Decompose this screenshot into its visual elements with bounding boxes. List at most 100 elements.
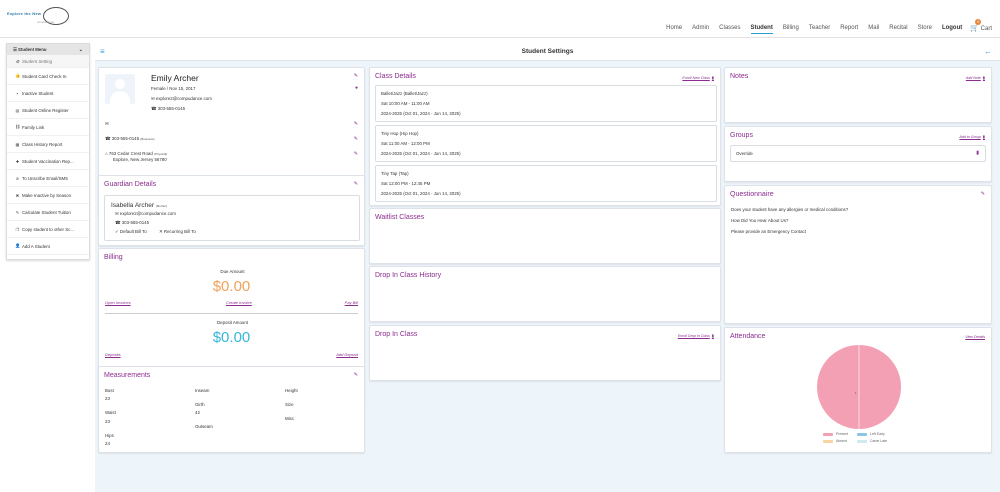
enroll-dropin-link[interactable]: Enroll Drop In Class ▮ bbox=[678, 333, 714, 338]
notes-card: Notes Add Note ▮ bbox=[724, 67, 992, 123]
sidebar-item-vaccination-report[interactable]: ✚ Student Vaccination Rep... bbox=[7, 153, 89, 170]
sidebar-item-label: Inactive Student bbox=[22, 90, 54, 96]
pay-bill-link[interactable]: Pay Bill bbox=[345, 300, 358, 305]
waitlist-card: Waitlist Classes bbox=[369, 208, 721, 264]
student-email: ✉ explore2@compudance.com bbox=[151, 96, 212, 102]
attendance-title: Attendance bbox=[730, 333, 766, 340]
contact-phone-row: ☎ 303-555-0145 (Business) bbox=[105, 136, 154, 142]
add-to-group-label: Add to Group bbox=[959, 135, 981, 139]
address-line2: Explore, New Jersey 56780 bbox=[113, 157, 167, 162]
copy-icon: ❐ bbox=[15, 226, 20, 232]
sidebar-item-unsubscribe[interactable]: ⊘ To Unscribe Email/SMS bbox=[7, 170, 89, 187]
class-name: Tiny Tap (Tap) bbox=[381, 171, 409, 176]
deposits-link[interactable]: Deposits bbox=[105, 352, 121, 357]
class-item[interactable]: Ballet/Jazz (Ballet/Jazz) Sat 10:00 AM -… bbox=[375, 85, 717, 122]
legend-label: Present bbox=[836, 432, 849, 436]
edit-profile-icon[interactable]: ✎ bbox=[354, 73, 358, 79]
legend-swatch bbox=[857, 439, 867, 443]
nav-classes[interactable]: Classes bbox=[719, 25, 740, 33]
nav-billing[interactable]: Billing bbox=[783, 25, 799, 33]
class-time: Sat 12:00 PM - 12:45 PM bbox=[381, 181, 431, 186]
sidebar-item-student-setting[interactable]: ⚙ Student Setting bbox=[7, 55, 89, 68]
hips-label: Hips bbox=[105, 433, 114, 438]
open-invoices-link[interactable]: Open Invoices bbox=[105, 300, 131, 305]
recurring-bill-label: Recurring Bill To bbox=[163, 229, 196, 234]
sidebar-item-add-student[interactable]: 👤 Add A Student bbox=[7, 238, 89, 255]
guardian-name: Isabella Archer (Mother) bbox=[111, 202, 167, 209]
nav-student[interactable]: Student bbox=[750, 25, 773, 34]
top-bar: Explore the New compudance Home Admin Cl… bbox=[0, 0, 1000, 38]
edit-guardian-icon[interactable]: ✎ bbox=[354, 181, 358, 187]
enroll-dropin-label: Enroll Drop In Class bbox=[677, 334, 710, 338]
class-details-title: Class Details bbox=[375, 73, 416, 80]
sidebar-item-label: Family Link bbox=[22, 124, 45, 130]
dropin-title: Drop In Class bbox=[375, 331, 418, 338]
compudance-logo[interactable]: Explore the New compudance bbox=[7, 7, 77, 29]
sidebar-item-card-check-in[interactable]: 👍 Student Card Check In bbox=[7, 68, 89, 85]
chevron-down-icon: ⌄ bbox=[78, 46, 83, 53]
class-details-card: Class Details Enroll New Class ▮ Ballet/J… bbox=[369, 67, 721, 206]
sidebar-header[interactable]: ☰ Student Menu ⌄ bbox=[7, 44, 89, 55]
report-icon: ▦ bbox=[15, 141, 20, 147]
waist-label: Waist bbox=[105, 410, 116, 415]
nav-report[interactable]: Report bbox=[840, 25, 858, 33]
misc-label: Misc bbox=[285, 416, 295, 421]
student-email-value: explore2@compudance.com bbox=[155, 96, 212, 101]
student-gender-dob: Female / Nov 15, 2017 bbox=[151, 86, 196, 91]
cart-link[interactable]: 🛒 0 Cart bbox=[970, 19, 992, 34]
add-to-group-link[interactable]: Add to Group ▮ bbox=[959, 134, 985, 139]
sidebar-item-online-register[interactable]: ▤ Student Online Register bbox=[7, 102, 89, 119]
contact-phone-tag: (Business) bbox=[140, 137, 155, 141]
nav-mail[interactable]: Mail bbox=[868, 25, 879, 33]
edit-phone-icon[interactable]: ✎ bbox=[354, 136, 358, 142]
address-tag: (Physical) bbox=[154, 152, 168, 156]
guardian-email-value: explore2@compudance.com bbox=[119, 211, 176, 216]
sidebar-item-label: Student Vaccination Rep... bbox=[22, 158, 74, 164]
medical-icon: ✚ bbox=[15, 158, 20, 164]
dropin-card: Drop In Class Enroll Drop In Class ▮ bbox=[369, 325, 721, 381]
enroll-new-class-link[interactable]: Enroll New Class ▮ bbox=[682, 75, 714, 80]
edit-address-icon[interactable]: ✎ bbox=[354, 151, 358, 157]
sidebar-item-label: Calculate Student Tuition bbox=[22, 209, 71, 215]
hips-value: 24 bbox=[105, 441, 110, 446]
guardian-phone-value: 303-555-0145 bbox=[121, 220, 150, 225]
create-invoice-link[interactable]: Create Invoice bbox=[226, 300, 252, 305]
class-season: 2024-2025 (Oct 01, 2024 - Jun 14, 2025) bbox=[381, 111, 461, 116]
sidebar-item-inactive-by-season[interactable]: ✖ Make Inactive by Season bbox=[7, 187, 89, 204]
view-details-link[interactable]: View Details bbox=[965, 335, 985, 339]
sidebar-item-inactive-student[interactable]: ▪ Inactive Student bbox=[7, 85, 89, 102]
add-deposit-link[interactable]: Add Deposit bbox=[336, 352, 358, 357]
add-note-link[interactable]: Add Note ▮ bbox=[966, 75, 985, 80]
attendance-card: Attendance View Details 1 Present Left E… bbox=[724, 327, 992, 453]
deposit-label: Deposit Amount bbox=[217, 320, 248, 325]
girth-label: Girth bbox=[195, 402, 205, 407]
nav-admin[interactable]: Admin bbox=[692, 25, 709, 33]
class-item[interactable]: Tiny Hop (Hip Hop) Sat 11:00 AM - 12:00 … bbox=[375, 125, 717, 162]
edit-questionnaire-icon[interactable]: ✎ bbox=[981, 191, 985, 197]
trash-icon[interactable]: ▮ bbox=[976, 150, 979, 156]
student-name: Emily Archer bbox=[151, 73, 199, 83]
legend-swatch bbox=[823, 432, 833, 436]
nav-home[interactable]: Home bbox=[666, 25, 682, 33]
legend-item-present: Present bbox=[823, 432, 848, 436]
nav-teacher[interactable]: Teacher bbox=[809, 25, 830, 33]
edit-measurements-icon[interactable]: ✎ bbox=[354, 372, 358, 378]
page-header: ≡ Student Settings ← bbox=[95, 43, 1000, 61]
sidebar-item-label: Student Card Check In bbox=[22, 73, 67, 79]
camera-icon[interactable]: ● bbox=[355, 85, 358, 91]
class-item[interactable]: Tiny Tap (Tap) Sat 12:00 PM - 12:45 PM 2… bbox=[375, 165, 717, 202]
sidebar-item-calculate-tuition[interactable]: ✎ Calculate Student Tuition bbox=[7, 204, 89, 221]
main-nav: Home Admin Classes Student Billing Teach… bbox=[656, 19, 992, 34]
legend-item-came-late: Came Late bbox=[857, 439, 887, 443]
sidebar-item-class-history[interactable]: ▦ Class History Report bbox=[7, 136, 89, 153]
nav-recital[interactable]: Recital bbox=[889, 25, 907, 33]
deposit-amount: $0.00 bbox=[212, 329, 251, 346]
edit-email-icon[interactable]: ✎ bbox=[354, 121, 358, 127]
sidebar-item-family-link[interactable]: ⛓ Family Link bbox=[7, 119, 89, 136]
back-arrow-icon[interactable]: ← bbox=[984, 47, 992, 56]
default-bill-label: Default Bill To bbox=[119, 229, 147, 234]
nav-store[interactable]: Store bbox=[918, 25, 932, 33]
legend-swatch bbox=[857, 432, 867, 436]
logout-link[interactable]: Logout bbox=[942, 25, 962, 33]
sidebar-item-copy-student[interactable]: ❐ Copy student to other Sc... bbox=[7, 221, 89, 238]
